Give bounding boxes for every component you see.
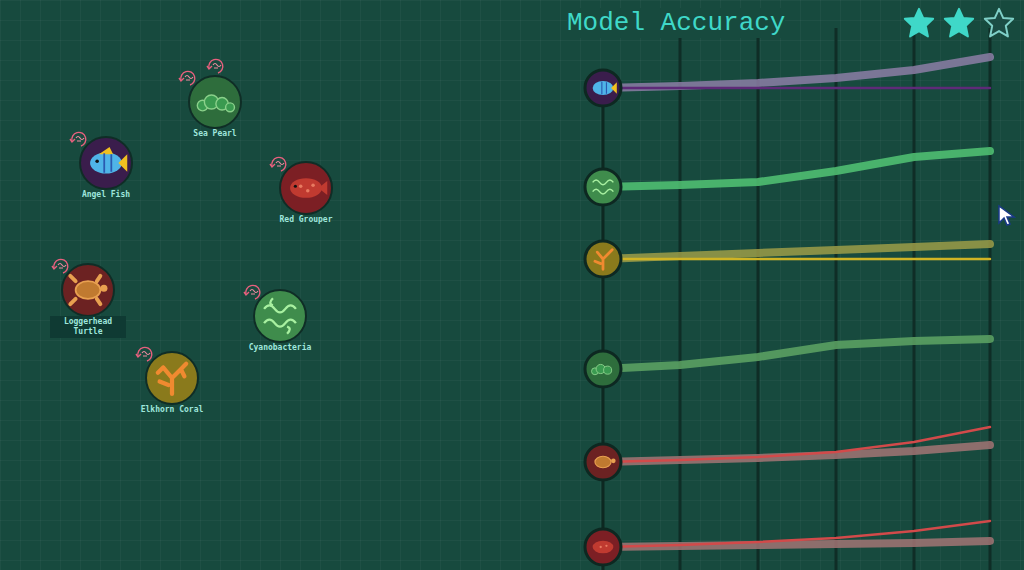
row-species-icon <box>585 169 621 205</box>
row-species-icon <box>585 351 621 387</box>
species-icon <box>257 293 303 339</box>
species-circle[interactable] <box>253 289 307 343</box>
accuracy-row <box>585 57 990 106</box>
species-circle[interactable] <box>188 75 242 129</box>
row-species-icon <box>585 529 621 565</box>
actual-line <box>603 427 990 462</box>
species-circle[interactable] <box>145 351 199 405</box>
model-line <box>603 339 990 369</box>
accuracy-row <box>585 241 990 277</box>
cycle-badge-icon[interactable] <box>178 68 198 88</box>
model-line <box>603 57 990 88</box>
accuracy-row <box>585 521 990 565</box>
species-label: Loggerhead Turtle <box>50 316 126 338</box>
species-circle[interactable] <box>279 161 333 215</box>
species-label: Red Grouper <box>266 214 346 226</box>
star-icon <box>982 6 1016 40</box>
actual-line <box>603 521 990 547</box>
cursor-icon <box>997 204 1017 228</box>
star-rating <box>902 6 1016 40</box>
row-species-icon <box>585 444 621 480</box>
accuracy-chart <box>564 0 1024 570</box>
grid-line <box>757 28 760 570</box>
model-line <box>603 151 990 187</box>
axis-line <box>602 75 605 570</box>
species-label: Cyanobacteria <box>240 342 320 354</box>
model-accuracy-panel: Model Accuracy <box>564 0 1024 570</box>
panel-header: Model Accuracy <box>564 0 1024 40</box>
species-circle[interactable] <box>61 263 115 317</box>
cycle-badge-icon[interactable] <box>135 344 155 364</box>
species-icon <box>192 79 238 125</box>
species-icon <box>83 140 129 186</box>
model-line <box>603 244 990 259</box>
accuracy-row <box>585 427 990 480</box>
game-screen: Sea Pearl Angel Fish Red Grouper Loggerhead… <box>0 0 1024 570</box>
cycle-badge-icon[interactable] <box>51 256 71 276</box>
row-species-icon <box>585 241 621 277</box>
cycle-badge-icon[interactable] <box>206 56 226 76</box>
grid-line <box>679 28 682 570</box>
species-label: Angel Fish <box>66 189 146 201</box>
chart-title: Model Accuracy <box>567 8 785 38</box>
species-icon <box>283 165 329 211</box>
cycle-badge-icon[interactable] <box>69 129 89 149</box>
ecosystem-canvas: Sea Pearl Angel Fish Red Grouper Loggerhead… <box>0 0 564 570</box>
species-label: Elkhorn Coral <box>132 404 212 416</box>
species-circle[interactable] <box>79 136 133 190</box>
species-label: Sea Pearl <box>175 128 255 140</box>
star-icon <box>902 6 936 40</box>
actual-line <box>603 258 990 261</box>
species-icon <box>65 267 111 313</box>
star-icon <box>942 6 976 40</box>
grid-line <box>913 28 916 570</box>
row-species-icon <box>585 70 621 106</box>
actual-line <box>603 87 990 90</box>
species-icon <box>149 355 195 401</box>
grid-line <box>835 28 838 570</box>
cycle-badge-icon[interactable] <box>269 154 289 174</box>
accuracy-row <box>585 339 990 387</box>
accuracy-row <box>585 151 990 205</box>
cycle-badge-icon[interactable] <box>243 282 263 302</box>
grid-line <box>989 28 992 570</box>
